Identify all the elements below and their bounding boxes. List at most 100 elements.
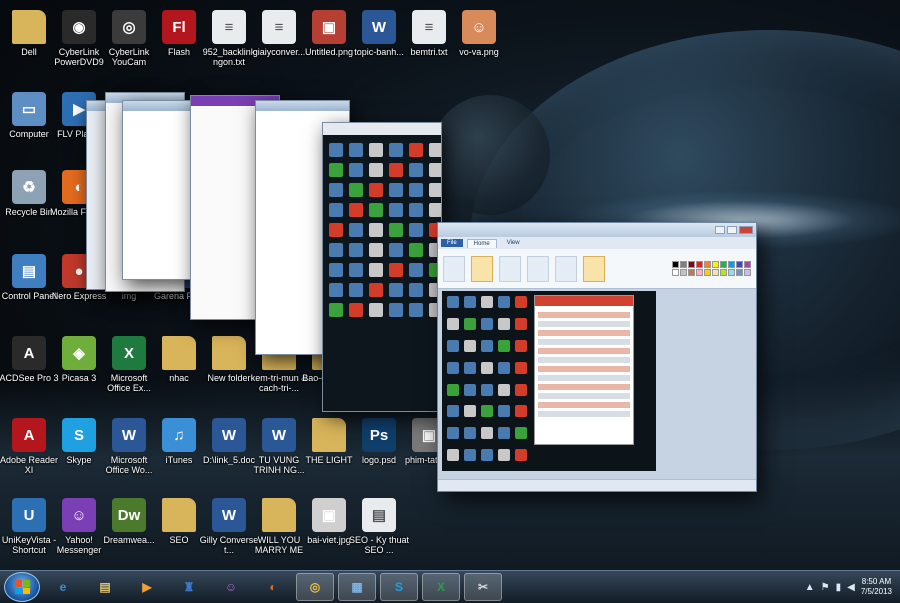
- taskbar-skype-button[interactable]: S: [380, 573, 418, 601]
- taskbar-file-explorer-button[interactable]: ▤: [86, 573, 124, 601]
- thumbnail-icon: [429, 163, 441, 177]
- palette-swatch[interactable]: [672, 269, 679, 276]
- palette-swatch[interactable]: [704, 269, 711, 276]
- taskbar-cobian-backup-button[interactable]: ♜: [170, 573, 208, 601]
- thumbnail-icon: [464, 405, 476, 418]
- palette-swatch[interactable]: [704, 261, 711, 268]
- palette-swatch[interactable]: [696, 261, 703, 268]
- color1-button[interactable]: [583, 255, 605, 282]
- paint-canvas[interactable]: [442, 291, 656, 471]
- thumbnail-icon: [409, 263, 423, 277]
- thumbnail-icon: [481, 296, 493, 308]
- thumbnail-icon: [481, 361, 493, 374]
- volume-icon[interactable]: ◀: [847, 582, 855, 593]
- network-icon[interactable]: ▮: [836, 582, 842, 593]
- thumbnail-icon: [369, 203, 383, 217]
- thumbnail-icon: [464, 339, 476, 352]
- thumbnail-icon: [515, 383, 527, 396]
- thumbnail-icon: [369, 143, 383, 157]
- taskbar-chrome-button[interactable]: ◎: [296, 573, 334, 601]
- taskbar-firefox-button[interactable]: ◐: [254, 573, 292, 601]
- thumbnail-icon: [349, 183, 363, 197]
- palette-swatch[interactable]: [688, 261, 695, 268]
- thumbnail-icon: [409, 163, 423, 177]
- palette-swatch[interactable]: [736, 269, 743, 276]
- thumbnail-icon: [369, 183, 383, 197]
- thumbnail-icon: [389, 203, 403, 217]
- palette-swatch[interactable]: [736, 261, 743, 268]
- thumbnail-icon: [329, 263, 343, 277]
- thumbnail-icon: [464, 383, 476, 396]
- close-button[interactable]: [739, 226, 753, 234]
- chrome-icon: ◎: [309, 580, 321, 594]
- taskbar-media-player-button[interactable]: ▶: [128, 573, 166, 601]
- paint-status-bar: [438, 479, 756, 491]
- tab-home[interactable]: Home: [466, 238, 497, 248]
- thumbnail-icon: [498, 339, 510, 352]
- taskbar-snipping-tool-button[interactable]: ✂: [464, 573, 502, 601]
- thumbnail-icon: [349, 143, 363, 157]
- thumbnail-icon: [515, 317, 527, 330]
- tab-view[interactable]: View: [501, 239, 526, 247]
- thumbnail-icon: [481, 449, 493, 462]
- shapes-group[interactable]: [555, 255, 577, 282]
- brushes-button[interactable]: [527, 255, 549, 282]
- palette-swatch[interactable]: [688, 269, 695, 276]
- taskbar-internet-explorer-button[interactable]: e: [44, 573, 82, 601]
- palette-swatch[interactable]: [744, 261, 751, 268]
- paste-button[interactable]: [443, 255, 465, 282]
- thumbnail-icon: [409, 303, 423, 317]
- clock-date: 7/5/2013: [860, 587, 892, 596]
- taskbar-paint-button[interactable]: ▦: [338, 573, 376, 601]
- minimize-button[interactable]: [715, 226, 725, 234]
- thumbnail-icon: [329, 203, 343, 217]
- clock[interactable]: 8:50 AM 7/5/2013: [861, 577, 892, 597]
- palette-swatch[interactable]: [712, 261, 719, 268]
- thumbnail-icon: [464, 317, 476, 330]
- skype-icon: S: [394, 580, 403, 594]
- flag-icon[interactable]: ⚑: [821, 582, 830, 593]
- palette-swatch[interactable]: [680, 269, 687, 276]
- thumbnail-icon: [481, 383, 493, 396]
- thumbnail-icon: [447, 361, 459, 374]
- maximize-button[interactable]: [727, 226, 737, 234]
- palette-swatch[interactable]: [720, 261, 727, 268]
- thumbnail-icon: [389, 143, 403, 157]
- thumbnail-icon: [349, 243, 363, 257]
- canvas-browser-screenshot: [534, 295, 634, 445]
- start-button[interactable]: [4, 572, 40, 602]
- thumbnail-icon: [447, 427, 459, 440]
- taskbar-items: e ▤ ▶ ♜ ☺ ◐ ◎ ▦ S X ✂: [40, 573, 502, 601]
- thumbnail-icon: [389, 263, 403, 277]
- internet-explorer-icon: e: [59, 580, 67, 594]
- palette-swatch[interactable]: [728, 269, 735, 276]
- palette-swatch[interactable]: [744, 269, 751, 276]
- thumbnail-icon: [498, 296, 510, 308]
- palette-swatch[interactable]: [680, 261, 687, 268]
- windows-logo-icon: [15, 580, 30, 594]
- tools-group[interactable]: [499, 255, 521, 282]
- flip3d-window[interactable]: [322, 122, 442, 412]
- thumbnail-icon: [464, 449, 476, 462]
- paint-canvas-area: [438, 289, 756, 479]
- paint-window[interactable]: File Home View: [437, 222, 757, 492]
- palette-swatch[interactable]: [672, 261, 679, 268]
- show-hidden-icons-icon[interactable]: ▲: [805, 582, 815, 593]
- thumbnail-icon: [498, 427, 510, 440]
- thumbnail-icon: [329, 163, 343, 177]
- palette-swatch[interactable]: [712, 269, 719, 276]
- taskbar-excel-button[interactable]: X: [422, 573, 460, 601]
- thumbnail-icon: [349, 163, 363, 177]
- thumbnail-icon: [369, 303, 383, 317]
- tab-file[interactable]: File: [441, 239, 463, 247]
- taskbar-yahoo-messenger-button[interactable]: ☺: [212, 573, 250, 601]
- color-palette: [672, 261, 751, 276]
- thumbnail-icon: [447, 449, 459, 462]
- thumbnail-icon: [349, 283, 363, 297]
- palette-swatch[interactable]: [728, 261, 735, 268]
- select-button[interactable]: [471, 255, 493, 282]
- thumbnail-icon: [447, 317, 459, 330]
- palette-swatch[interactable]: [720, 269, 727, 276]
- palette-swatch[interactable]: [696, 269, 703, 276]
- thumbnail-icon: [389, 223, 403, 237]
